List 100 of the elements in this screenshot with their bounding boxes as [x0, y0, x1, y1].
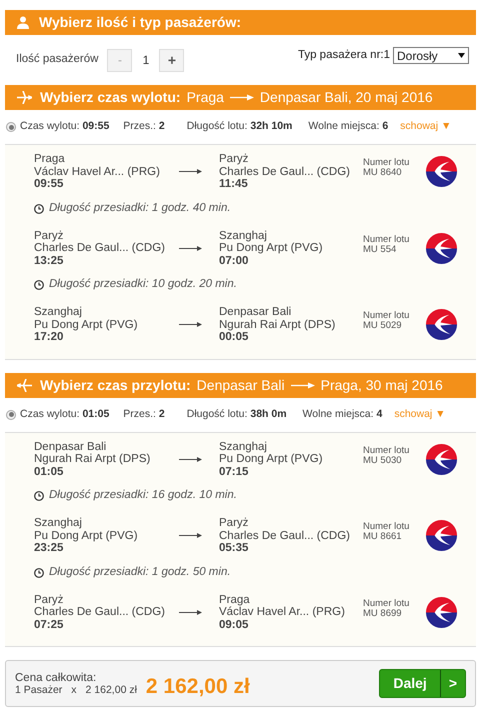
airport-name: Charles De Gaul... (CDG): [34, 606, 166, 618]
route-origin: Praga: [186, 88, 224, 107]
city-name: Denpasar Bali: [219, 306, 292, 318]
section-title: Wybierz ilość i typ pasażerów:: [39, 13, 242, 32]
duration-info: Długość lotu: 38h 0m: [186, 406, 287, 422]
airport-name: Charles De Gaul... (CDG): [219, 166, 352, 178]
next-button[interactable]: Dalej >: [379, 669, 466, 698]
decrement-button[interactable]: -: [107, 48, 132, 72]
seats-info: Wolne miejsca: 4: [302, 406, 382, 422]
radio-button[interactable]: [6, 122, 16, 132]
time-label: 01:05: [34, 466, 64, 478]
plane-icon: [17, 91, 32, 104]
arrow-icon: [179, 246, 202, 251]
section-title: Wybierz czas wylotu:: [40, 88, 181, 107]
layover-duration: Długość przesiadki: 1 godz. 40 min.: [49, 200, 231, 216]
flight-number: MU 554: [363, 244, 398, 254]
stops-info: Przes.: 2: [123, 119, 165, 134]
field-label: Ilość pasażerów: [16, 52, 98, 68]
arrow-icon: [179, 610, 202, 615]
city-name: Szanghaj: [34, 517, 83, 530]
flight-number-label: Numer lotu: [363, 522, 410, 532]
departure-info: Czas wylotu: 09:55: [20, 119, 110, 134]
route-origin: Denpasar Bali: [196, 376, 285, 395]
airport-name: Pu Dong Arpt (PVG): [34, 530, 139, 542]
city-name: Paryż: [219, 517, 250, 530]
layover-duration: Długość przesiadki: 16 godz. 10 min.: [49, 488, 237, 504]
route-destination: Praga, 30 maj 2016: [320, 376, 443, 395]
flight-number: MU 8640: [363, 168, 403, 178]
hide-link[interactable]: schowaj ▼: [400, 119, 452, 135]
route-arrow-icon: [290, 382, 315, 388]
time-label: 23:25: [34, 542, 64, 554]
airline-logo-icon: [425, 596, 458, 629]
airport-name: Václav Havel Ar... (PRG): [34, 166, 161, 178]
airport-name: Ngurah Rai Arpt (DPS): [34, 453, 152, 466]
arrow-icon: [179, 456, 202, 462]
route-arrow-icon: [230, 94, 254, 101]
passenger-type-select[interactable]: Dorosły: [393, 47, 469, 64]
airport-name: Ngurah Rai Arpt (DPS): [219, 318, 336, 331]
airport-name: Charles De Gaul... (CDG): [219, 530, 352, 542]
dropdown-caret-icon: [458, 53, 465, 58]
multiply-sign: x: [71, 684, 77, 696]
time-label: 05:35: [219, 542, 250, 554]
airport-name: Pu Dong Arpt (PVG): [219, 242, 324, 254]
passenger-summary: 1 Pasażer: [15, 684, 62, 696]
city-name: Szanghaj: [219, 440, 268, 453]
city-name: Szanghaj: [34, 306, 83, 318]
clock-icon: [34, 280, 44, 290]
arrow-icon: [179, 322, 202, 328]
unit-price: 2 162,00 zł: [86, 684, 137, 696]
button-label: Dalej: [392, 674, 428, 693]
layover-duration: Długość przesiadki: 10 godz. 20 min.: [49, 277, 237, 292]
person-icon: [17, 16, 29, 29]
city-name: Paryż: [34, 594, 64, 606]
airport-name: Pu Dong Arpt (PVG): [34, 318, 139, 331]
time-label: 00:05: [219, 331, 250, 344]
time-label: 17:20: [34, 331, 64, 344]
flight-number: MU 8661: [363, 532, 403, 542]
flight-number: MU 5029: [363, 321, 403, 331]
flight-number-label: Numer lotu: [363, 234, 410, 244]
radio-button[interactable]: [6, 410, 16, 420]
airline-logo-icon: [425, 232, 458, 265]
city-name: Praga: [34, 153, 66, 166]
duration-info: Długość lotu: 32h 10m: [186, 119, 292, 134]
airport-name: Pu Dong Arpt (PVG): [219, 453, 324, 466]
flight-number: MU 8699: [363, 608, 403, 618]
airport-name: Charles De Gaul... (CDG): [34, 242, 166, 254]
arrow-icon: [179, 169, 202, 174]
flight-number-label: Numer lotu: [363, 598, 410, 608]
city-name: Denpasar Bali: [34, 440, 108, 453]
increment-button[interactable]: +: [159, 48, 184, 72]
stops-info: Przes.: 2: [123, 406, 165, 422]
airline-logo-icon: [425, 308, 458, 342]
time-label: 11:45: [219, 178, 249, 190]
city-name: Praga: [219, 594, 251, 606]
field-label: Typ pasażera nr:1: [298, 48, 390, 63]
flight-number-label: Numer lotu: [363, 158, 410, 168]
clock-icon: [34, 204, 44, 214]
price-label: Cena całkowita:: [15, 672, 98, 684]
total-price: 2 162,00 zł: [146, 674, 250, 700]
hide-link[interactable]: schowaj ▼: [394, 406, 446, 422]
route-destination: Denpasar Bali, 20 maj 2016: [260, 88, 433, 107]
clock-icon: [34, 491, 44, 501]
passenger-count: 1: [142, 52, 150, 69]
plane-icon: [17, 378, 32, 392]
city-name: Szanghaj: [219, 230, 268, 242]
departure-info: Czas wylotu: 01:05: [20, 406, 110, 422]
flight-number-label: Numer lotu: [363, 311, 410, 321]
time-label: 07:25: [34, 618, 64, 631]
city-name: Paryż: [34, 230, 64, 242]
seats-info: Wolne miejsca: 6: [308, 119, 388, 134]
layover-duration: Długość przesiadki: 1 godz. 50 min.: [49, 564, 231, 580]
airline-logo-icon: [425, 155, 458, 188]
city-name: Paryż: [219, 153, 250, 166]
time-label: 13:25: [34, 254, 64, 267]
flight-number-label: Numer lotu: [363, 446, 410, 456]
time-label: 07:00: [219, 254, 250, 267]
arrow-icon: [179, 533, 202, 538]
flight-number: MU 5030: [363, 456, 403, 466]
time-label: 07:15: [219, 466, 250, 478]
time-label: 09:55: [34, 178, 64, 190]
